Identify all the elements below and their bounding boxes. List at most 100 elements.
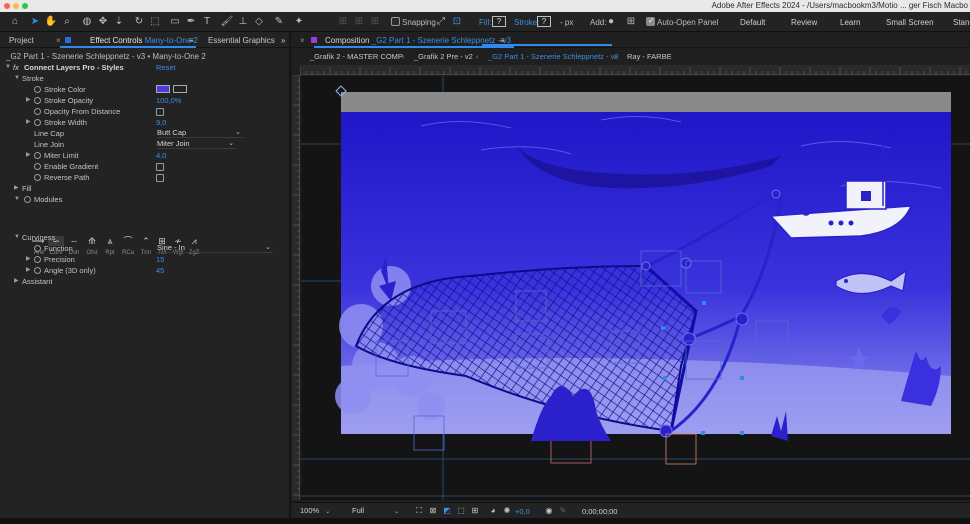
magnification-dropdown[interactable]: 100% ⌄ (300, 506, 330, 516)
precision-value[interactable]: 15 (156, 254, 164, 265)
close-window-button[interactable] (4, 3, 10, 9)
expand-arrow-icon[interactable]: ▶ (14, 276, 19, 287)
resolution-dropdown[interactable]: Full ⌄ (352, 506, 399, 516)
reverse-path-checkbox[interactable] (156, 174, 164, 182)
fill-group-row[interactable]: ▶ Fill (0, 183, 290, 194)
stroke-color-swatch[interactable] (156, 85, 170, 93)
workspace-small-screen[interactable]: Small Screen (886, 18, 934, 27)
composition-viewer[interactable] (301, 76, 970, 500)
stopwatch-icon[interactable] (34, 256, 41, 263)
current-time-display[interactable]: 0;00;00;00 (582, 507, 617, 516)
vertical-ruler[interactable] (292, 74, 300, 500)
panel-menu-icon[interactable]: ≡ (189, 36, 194, 45)
horizontal-ruler[interactable] (299, 65, 970, 75)
snap-features-icon[interactable]: ⊡ (450, 15, 464, 29)
stopwatch-icon[interactable] (34, 245, 41, 252)
collapse-arrow-icon[interactable]: ▼ (14, 194, 20, 205)
grid-guides-icon[interactable]: ⊞ (470, 506, 480, 516)
expand-arrow-icon[interactable]: ▶ (26, 117, 31, 128)
world-axis-icon[interactable]: ⊞ (352, 15, 366, 29)
exposure-reset-icon[interactable]: ✺ (502, 506, 512, 516)
enable-gradient-checkbox[interactable] (156, 163, 164, 171)
snapping-checkbox[interactable] (391, 17, 400, 26)
pen-tool-icon[interactable]: ✒ (184, 15, 198, 29)
stroke-group-row[interactable]: ▼ Stroke (0, 73, 290, 84)
hand-tool-icon[interactable]: ✋ (44, 15, 58, 29)
angle-value[interactable]: 45 (156, 265, 164, 276)
snapshot-camera-icon[interactable]: ◉ (544, 506, 554, 516)
fast-previews-icon[interactable]: ⛶ (414, 506, 424, 516)
exposure-value[interactable]: +0,0 (515, 507, 530, 516)
miter-limit-value[interactable]: 4,0 (156, 150, 166, 161)
expand-arrow-icon[interactable]: ▶ (26, 254, 31, 265)
reset-button[interactable]: Reset (156, 62, 176, 73)
roto-brush-tool-icon[interactable]: ✎ (272, 15, 286, 29)
stopwatch-icon[interactable] (34, 163, 41, 170)
subtab-master-comp[interactable]: _Grafik 2 - MASTER COMP (310, 52, 403, 61)
dolly-camera-icon[interactable]: ⇣ (112, 15, 126, 29)
pan-behind-tool-icon[interactable]: ⬚ (148, 15, 162, 29)
close-tab-icon[interactable]: × (56, 36, 61, 45)
expand-arrow-icon[interactable]: ▶ (14, 183, 19, 194)
region-of-interest-icon[interactable]: ⬚ (456, 506, 466, 516)
collapse-arrow-icon[interactable]: ▼ (5, 62, 11, 73)
stroke-opacity-value[interactable]: 100,0% (156, 95, 181, 106)
puppet-pin-tool-icon[interactable]: ✦ (292, 15, 306, 29)
expand-arrow-icon[interactable]: ▶ (26, 95, 31, 106)
rectangle-tool-icon[interactable]: ▭ (168, 15, 182, 29)
snap-edges-icon[interactable]: ⤢ (434, 15, 448, 29)
stopwatch-icon[interactable] (34, 119, 41, 126)
tab-effect-controls[interactable]: Effect Controls Many-to-One 2 (90, 36, 198, 45)
eyedropper-icon[interactable] (173, 85, 187, 93)
subtab-ray-farbe[interactable]: Ray - FARBE (627, 52, 672, 61)
stopwatch-icon[interactable] (34, 86, 41, 93)
eraser-tool-icon[interactable]: ◇ (252, 15, 266, 29)
close-tab-icon[interactable]: × (300, 36, 305, 45)
stopwatch-icon[interactable] (24, 196, 31, 203)
assistant-group-row[interactable]: ▶ Assistant (0, 276, 290, 287)
tab-essential-graphics[interactable]: Essential Graphics (208, 36, 275, 45)
pan-camera-icon[interactable]: ✥ (96, 15, 110, 29)
scene-canvas[interactable] (301, 76, 970, 500)
workspace-learn[interactable]: Learn (840, 18, 860, 27)
workspace-default[interactable]: Default (740, 18, 765, 27)
effect-header-row[interactable]: ▼ fx Connect Layers Pro - Styles Reset (0, 62, 290, 73)
transparency-grid-icon[interactable]: ⊠ (428, 506, 438, 516)
expand-arrow-icon[interactable]: ▶ (26, 265, 31, 276)
shape-grid-icon[interactable]: ⊞ (624, 15, 638, 29)
stopwatch-icon[interactable] (34, 152, 41, 159)
collapse-arrow-icon[interactable]: ▼ (14, 232, 20, 243)
mask-path-visibility-icon[interactable]: ◩ (442, 506, 452, 516)
home-icon[interactable]: ⌂ (8, 15, 22, 29)
type-tool-icon[interactable]: T (200, 15, 214, 29)
show-snapshot-icon[interactable]: ✎ (558, 506, 568, 516)
collapse-arrow-icon[interactable]: ▼ (14, 73, 20, 84)
zoom-tool-icon[interactable]: ⌕ (60, 15, 74, 29)
local-axis-icon[interactable]: ⊞ (336, 15, 350, 29)
stopwatch-icon[interactable] (34, 174, 41, 181)
workspace-review[interactable]: Review (791, 18, 817, 27)
auto-open-panel-checkbox[interactable] (646, 16, 655, 26)
minimize-window-button[interactable] (13, 3, 19, 9)
stopwatch-icon[interactable] (34, 267, 41, 274)
opacity-from-distance-checkbox[interactable] (156, 108, 164, 116)
channels-icon[interactable]: ◕ (488, 506, 498, 516)
expand-arrow-icon[interactable]: ▶ (26, 150, 31, 161)
clone-stamp-tool-icon[interactable]: ⊥ (236, 15, 250, 29)
view-axis-icon[interactable]: ⊞ (368, 15, 382, 29)
workspace-standard[interactable]: Stand (953, 18, 970, 27)
expand-panels-icon[interactable]: » (281, 36, 285, 45)
fill-swatch-button[interactable]: ? (492, 16, 506, 27)
fx-toggle[interactable]: fx (13, 62, 19, 73)
selection-tool-icon[interactable]: ➤ (28, 15, 42, 29)
subtab-g2-part-1[interactable]: _G2 Part 1 - Szenerie Schleppnetz - v3 (488, 52, 619, 61)
line-join-dropdown[interactable]: Miter Join ⌄ (157, 139, 236, 149)
stopwatch-icon[interactable] (34, 97, 41, 104)
stopwatch-icon[interactable] (34, 108, 41, 115)
subtab-grafik-2-pre[interactable]: _Grafik 2 Pre - v2 (414, 52, 473, 61)
orbit-camera-icon[interactable]: ◍ (80, 15, 94, 29)
brush-tool-icon[interactable]: 🖌 (220, 15, 234, 29)
stroke-width-value[interactable]: 9,0 (156, 117, 166, 128)
stroke-width-unit[interactable]: - px (560, 18, 573, 27)
modules-group-row[interactable]: ▼ Modules (0, 194, 290, 205)
